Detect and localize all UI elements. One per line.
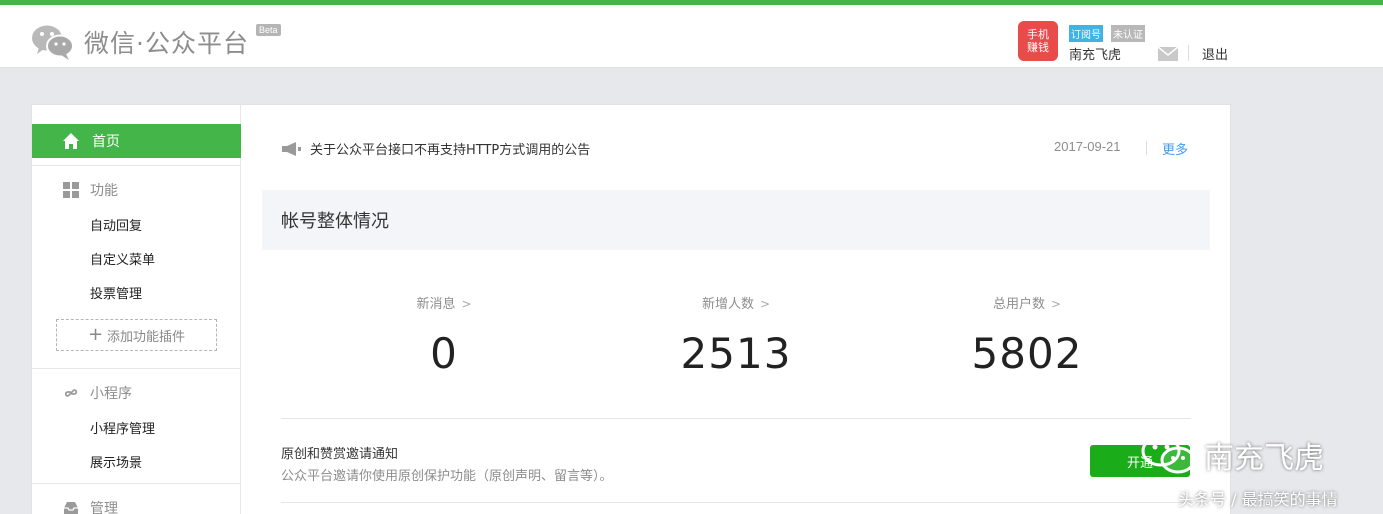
sidebar-group-label: 功能 (90, 183, 118, 199)
row-divider (281, 502, 1191, 503)
sidebar-group-label: 小程序 (90, 386, 132, 402)
wechat-watermark-icon (1141, 435, 1196, 474)
stat-label: 新消息 > (416, 297, 472, 312)
logout-link[interactable]: 退出 (1202, 44, 1228, 63)
account-type-badge: 订阅号 (1069, 25, 1103, 42)
notice-more-link[interactable]: 更多 (1162, 139, 1188, 158)
section-title: 帐号整体情况 (262, 190, 1210, 250)
sidebar-group-label: 管理 (90, 501, 118, 514)
add-plugin-button[interactable]: + 添加功能插件 (56, 319, 217, 351)
wechat-logo-icon (32, 25, 74, 60)
mail-icon[interactable] (1158, 47, 1178, 61)
stat-label: 新增人数 > (701, 297, 771, 312)
notice-text[interactable]: 关于公众平台接口不再支持HTTP方式调用的公告 (310, 139, 590, 158)
link-icon (64, 389, 78, 397)
invite-title: 原创和赞赏邀请通知 (281, 447, 399, 462)
watermark-brand-text: 南充飞虎 (1204, 441, 1324, 476)
sidebar-divider (32, 165, 241, 166)
sidebar-item-home[interactable]: 首页 (32, 124, 241, 158)
sidebar-divider (32, 483, 241, 484)
beta-badge: Beta (256, 24, 281, 36)
add-plugin-label: 添加功能插件 (107, 329, 186, 345)
plus-icon: + (87, 324, 104, 345)
content-panel: 首页 功能 自动回复 自定义菜单 投票管理 + 添加功能插件 小程序 小程序管理 (31, 104, 1231, 514)
account-name[interactable]: 南充飞虎 (1069, 44, 1121, 63)
sidebar: 首页 功能 自动回复 自定义菜单 投票管理 + 添加功能插件 小程序 小程序管理 (32, 105, 241, 514)
inbox-icon (64, 502, 78, 514)
stat-value: 0 (430, 329, 458, 378)
sidebar-group-manage: 管理 (62, 498, 118, 514)
home-icon (63, 133, 79, 149)
stat-new-messages[interactable]: 新消息 > 0 (344, 293, 544, 378)
sidebar-item-vote-manage[interactable]: 投票管理 (90, 283, 142, 302)
sidebar-item-auto-reply[interactable]: 自动回复 (90, 215, 142, 234)
watermark-brand: 南充飞虎 (1140, 432, 1324, 478)
sidebar-item-custom-menu[interactable]: 自定义菜单 (90, 249, 155, 268)
avatar[interactable]: 手机赚钱 (1018, 21, 1058, 61)
notice-date: 2017-09-21 (1054, 139, 1121, 154)
verify-status-badge: 未认证 (1111, 25, 1145, 42)
stat-new-followers[interactable]: 新增人数 > 2513 (636, 293, 836, 378)
sidebar-item-label: 首页 (92, 134, 120, 150)
top-bar: 微信·公众平台 Beta 手机赚钱 订阅号 未认证 南充飞虎 退出 (0, 0, 1383, 68)
sidebar-group-miniprogram: 小程序 (62, 383, 132, 403)
notice-bar[interactable]: 关于公众平台接口不再支持HTTP方式调用的公告 (280, 139, 590, 158)
sidebar-divider (32, 368, 241, 369)
grid-icon (63, 182, 79, 198)
chevron-right-icon: > (461, 297, 472, 311)
invite-description: 公众平台邀请你使用原创保护功能（原创声明、留言等）。 (281, 469, 613, 484)
watermark-subtitle: 头条号 / 最搞笑的事情 (1178, 490, 1338, 509)
stat-label: 总用户数 > (992, 297, 1062, 312)
stat-total-users[interactable]: 总用户数 > 5802 (927, 293, 1127, 378)
megaphone-icon (282, 141, 301, 156)
logo[interactable]: 微信·公众平台 (30, 22, 249, 62)
chevron-right-icon: > (759, 297, 771, 311)
notice-divider (1146, 141, 1147, 155)
header-divider (1188, 45, 1189, 61)
sidebar-item-miniprogram-manage[interactable]: 小程序管理 (90, 418, 155, 437)
sidebar-item-display-scene[interactable]: 展示场景 (90, 452, 142, 471)
logo-text: 微信·公众平台 (84, 29, 249, 58)
overview-title: 帐号整体情况 (281, 211, 389, 232)
row-divider (281, 418, 1191, 419)
chevron-right-icon: > (1050, 297, 1062, 311)
sidebar-group-features: 功能 (62, 180, 118, 200)
stat-value: 5802 (971, 329, 1083, 378)
stat-value: 2513 (680, 329, 792, 378)
